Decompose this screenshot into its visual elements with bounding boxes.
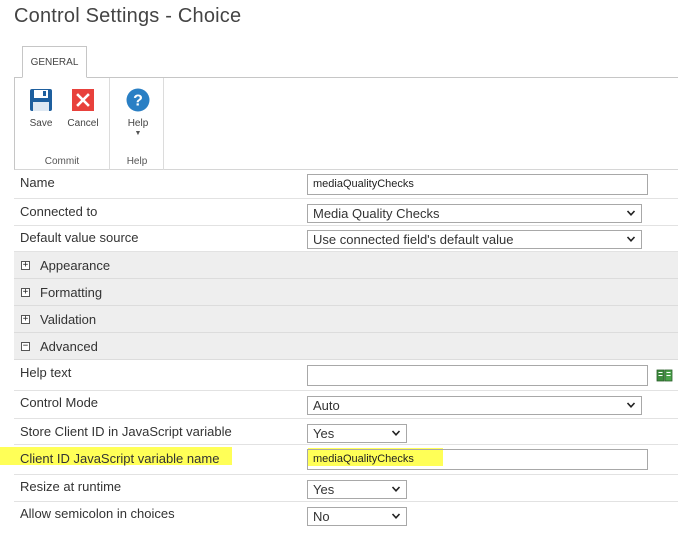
ribbon: Save Cancel Commit ? Help ▼ Help	[14, 78, 678, 170]
appearance-label: Appearance	[40, 258, 111, 273]
allow-semicolon-label: Allow semicolon in choices	[20, 506, 175, 521]
name-input[interactable]: mediaQualityChecks	[307, 174, 648, 195]
help-icon: ?	[126, 88, 150, 112]
default-value-source-select[interactable]: Use connected field's default value	[307, 230, 642, 249]
book-icon[interactable]	[656, 368, 673, 383]
row-resize-runtime: Resize at runtime Yes	[14, 475, 678, 502]
help-button-label: Help	[127, 118, 149, 129]
resize-runtime-label: Resize at runtime	[20, 479, 122, 494]
save-icon	[30, 89, 52, 111]
client-id-variable-input[interactable]: mediaQualityChecks	[307, 449, 648, 470]
help-text-input[interactable]	[307, 365, 648, 386]
control-mode-value: Auto	[313, 398, 340, 413]
chevron-down-icon	[391, 513, 401, 519]
section-appearance[interactable]: + Appearance	[14, 252, 678, 279]
svg-text:?: ?	[133, 93, 143, 110]
tab-general[interactable]: GENERAL	[22, 46, 87, 78]
store-client-id-value: Yes	[313, 426, 335, 441]
row-control-mode: Control Mode Auto	[14, 391, 678, 419]
name-label: Name	[20, 175, 55, 190]
help-text-label: Help text	[20, 365, 72, 380]
resize-runtime-value: Yes	[313, 482, 335, 497]
resize-runtime-select[interactable]: Yes	[307, 480, 407, 499]
section-advanced[interactable]: − Advanced	[14, 333, 678, 360]
commit-group-label: Commit	[44, 156, 80, 167]
allow-semicolon-value: No	[313, 509, 330, 524]
row-name: Name mediaQualityChecks	[14, 171, 678, 199]
help-button[interactable]: ? Help ▼	[119, 88, 157, 138]
help-group-label: Help	[126, 156, 148, 167]
cancel-icon	[72, 89, 94, 111]
properties-table: Name mediaQualityChecks Connected to Med…	[14, 171, 678, 529]
cancel-button[interactable]: Cancel	[64, 88, 102, 130]
page-title: Control Settings - Choice	[14, 5, 242, 27]
save-button[interactable]: Save	[22, 88, 60, 130]
store-client-id-label: Store Client ID in JavaScript variable	[20, 424, 232, 439]
chevron-down-icon	[626, 210, 636, 216]
save-button-label: Save	[29, 118, 53, 129]
collapse-icon[interactable]: −	[21, 342, 30, 351]
ribbon-group-commit: Save Cancel Commit	[15, 78, 110, 170]
connected-to-value: Media Quality Checks	[313, 206, 440, 221]
default-value-source-label: Default value source	[20, 230, 139, 245]
client-id-variable-label: Client ID JavaScript variable name	[20, 451, 220, 466]
chevron-down-icon	[626, 402, 636, 408]
connected-to-label: Connected to	[20, 204, 98, 219]
expand-icon[interactable]: +	[21, 315, 30, 324]
row-default-value-source: Default value source Use connected field…	[14, 226, 678, 252]
control-mode-select[interactable]: Auto	[307, 396, 642, 415]
row-connected-to: Connected to Media Quality Checks	[14, 199, 678, 226]
section-formatting[interactable]: + Formatting	[14, 279, 678, 306]
chevron-down-icon: ▼	[134, 130, 142, 137]
ribbon-tab-bar: GENERAL	[14, 46, 678, 78]
default-value-source-value: Use connected field's default value	[313, 232, 514, 247]
connected-to-select[interactable]: Media Quality Checks	[307, 204, 642, 223]
chevron-down-icon	[391, 486, 401, 492]
advanced-label: Advanced	[40, 339, 98, 354]
formatting-label: Formatting	[40, 285, 103, 300]
control-mode-label: Control Mode	[20, 395, 99, 410]
row-store-client-id: Store Client ID in JavaScript variable Y…	[14, 419, 678, 445]
expand-icon[interactable]: +	[21, 288, 30, 297]
validation-label: Validation	[40, 312, 97, 327]
expand-icon[interactable]: +	[21, 261, 30, 270]
chevron-down-icon	[626, 236, 636, 242]
chevron-down-icon	[391, 430, 401, 436]
row-help-text: Help text	[14, 360, 678, 391]
row-allow-semicolon: Allow semicolon in choices No	[14, 502, 678, 529]
cancel-button-label: Cancel	[67, 118, 99, 129]
store-client-id-select[interactable]: Yes	[307, 424, 407, 443]
row-client-id-variable: Client ID JavaScript variable name media…	[14, 445, 678, 475]
section-validation[interactable]: + Validation	[14, 306, 678, 333]
allow-semicolon-select[interactable]: No	[307, 507, 407, 526]
ribbon-group-help: ? Help ▼ Help	[111, 78, 164, 170]
